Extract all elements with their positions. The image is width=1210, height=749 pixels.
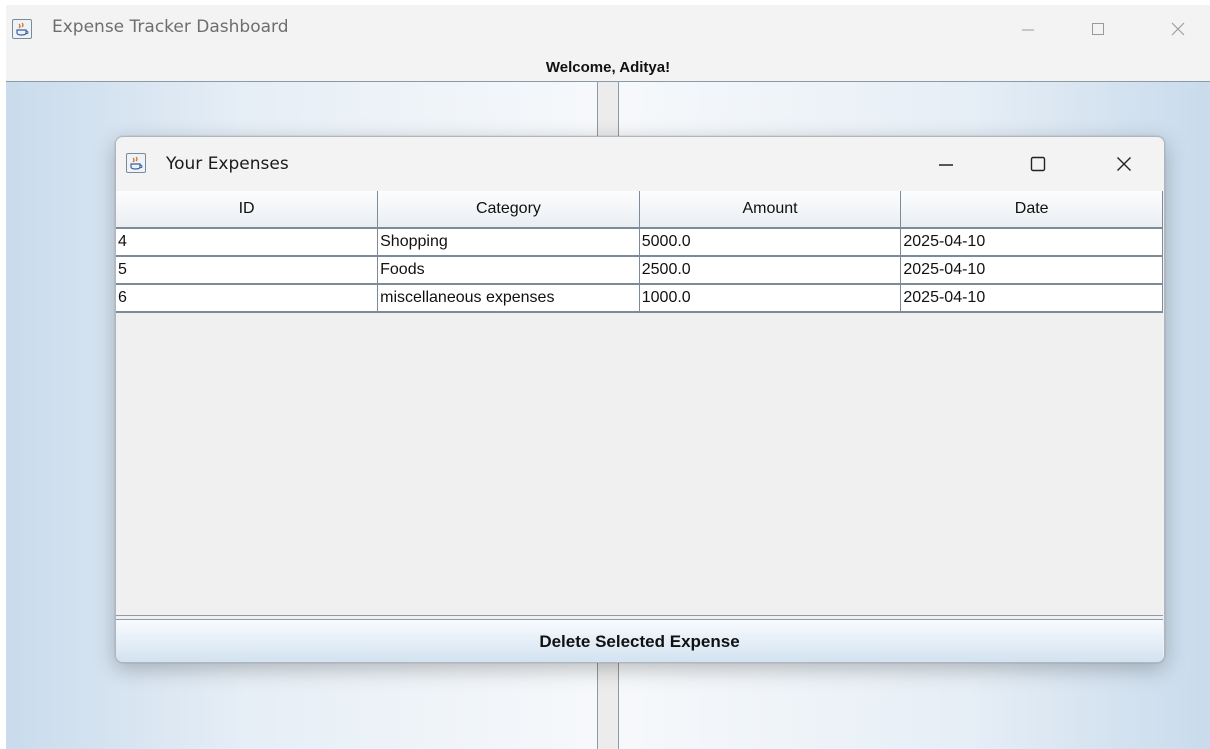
cell-id[interactable]: 5 (116, 255, 379, 285)
minimize-button[interactable] (916, 137, 976, 191)
window-title: Expense Tracker Dashboard (52, 17, 289, 37)
maximize-icon (1092, 23, 1104, 35)
table-row[interactable]: 4 Shopping 5000.0 2025-04-10 (116, 227, 1163, 257)
table-row[interactable]: 6 miscellaneous expenses 1000.0 2025-04-… (116, 283, 1163, 313)
cell-date[interactable]: 2025-04-10 (900, 283, 1163, 313)
cell-id[interactable]: 4 (116, 227, 379, 257)
main-titlebar[interactable]: Expense Tracker Dashboard (6, 5, 1210, 53)
close-icon (1171, 22, 1185, 36)
maximize-button[interactable] (1068, 5, 1128, 53)
minimize-icon (1022, 29, 1034, 31)
table-row[interactable]: 5 Foods 2500.0 2025-04-10 (116, 255, 1163, 285)
column-header-category[interactable]: Category (377, 191, 640, 229)
column-header-id[interactable]: ID (116, 191, 379, 229)
cell-date[interactable]: 2025-04-10 (900, 227, 1163, 257)
maximize-button[interactable] (1008, 137, 1068, 191)
cell-id[interactable]: 6 (116, 283, 379, 313)
expenses-table: ID Category Amount Date 4 Shopping 5000.… (116, 191, 1163, 313)
minimize-icon (939, 164, 953, 166)
cell-amount[interactable]: 2500.0 (638, 255, 902, 285)
welcome-label: Welcome, Aditya! (545, 58, 671, 76)
column-header-date[interactable]: Date (900, 191, 1163, 229)
maximize-icon (1030, 156, 1046, 172)
table-header: ID Category Amount Date (116, 191, 1163, 229)
expenses-table-scroll[interactable]: ID Category Amount Date 4 Shopping 5000.… (116, 191, 1163, 616)
cell-category[interactable]: Foods (377, 255, 640, 285)
close-icon (1117, 157, 1131, 171)
cell-category[interactable]: miscellaneous expenses (377, 283, 640, 313)
cell-category[interactable]: Shopping (377, 227, 640, 257)
java-cup-icon (12, 19, 32, 39)
cell-date[interactable]: 2025-04-10 (900, 255, 1163, 285)
expenses-window: Your Expenses ID Category Amount Date 4 (115, 136, 1165, 663)
cell-amount[interactable]: 5000.0 (638, 227, 902, 257)
expenses-titlebar[interactable]: Your Expenses (116, 137, 1164, 191)
expenses-title: Your Expenses (166, 154, 289, 174)
close-button[interactable] (1148, 5, 1208, 53)
java-cup-icon (126, 153, 146, 173)
cell-amount[interactable]: 1000.0 (638, 283, 902, 313)
minimize-button[interactable] (998, 5, 1058, 53)
close-button[interactable] (1094, 137, 1154, 191)
welcome-bar: Welcome, Aditya! (6, 53, 1210, 82)
column-header-amount[interactable]: Amount (638, 191, 902, 229)
delete-selected-expense-button[interactable]: Delete Selected Expense (116, 619, 1163, 662)
